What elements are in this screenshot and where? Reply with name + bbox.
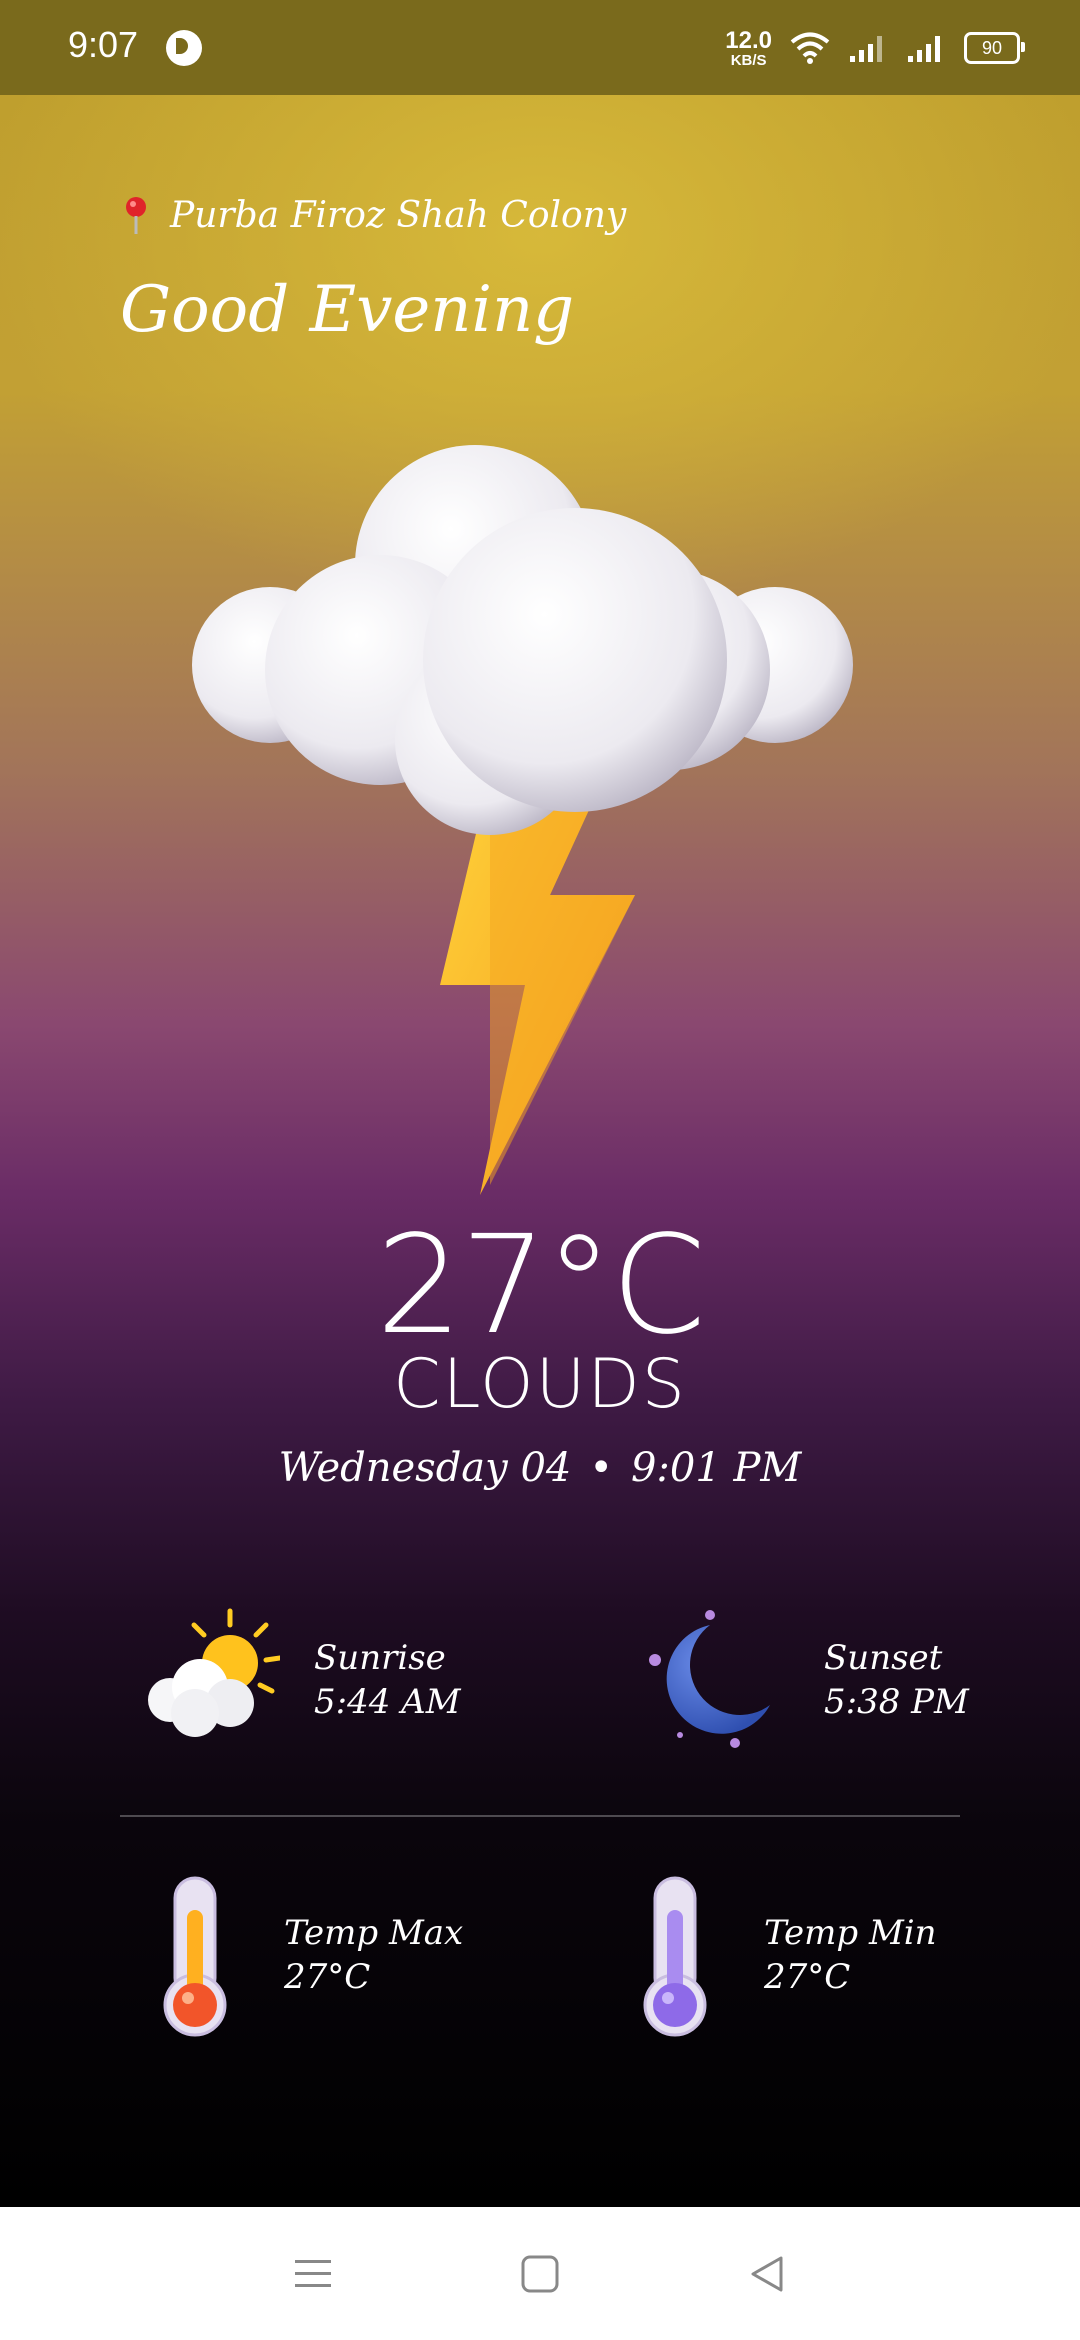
back-triangle-icon <box>751 2256 783 2291</box>
weather-main: Purba Firoz Shah Colony Good Evening 27°… <box>0 95 1080 2207</box>
temp-max-label: Temp Max <box>284 1913 464 1953</box>
location-row[interactable]: Purba Firoz Shah Colony <box>122 195 626 236</box>
date-day: Wednesday 04 <box>278 1445 572 1491</box>
date-time-value: 9:01 PM <box>630 1445 802 1491</box>
date-separator: • <box>589 1445 613 1491</box>
status-time: 9:07 <box>68 24 139 65</box>
sunset-text: Sunset 5:38 PM <box>824 1636 969 1724</box>
date-time: Wednesday 04 • 9:01 PM <box>0 1445 1080 1491</box>
sunrise-info: Sunrise 5:44 AM <box>130 1605 461 1755</box>
network-speed-unit: KB/S <box>730 51 767 69</box>
home-square-icon <box>521 2255 559 2292</box>
status-bar: 9:07 12.0 KB/S 90 <box>0 0 1080 95</box>
temp-min-label: Temp Min <box>764 1913 937 1953</box>
sunset-info: Sunset 5:38 PM <box>640 1605 969 1755</box>
temp-min-info: Temp Min 27°C <box>620 1870 937 2040</box>
wifi-icon <box>790 32 830 64</box>
thermometer-cold-icon <box>643 1876 707 2037</box>
sunrise-label: Sunrise <box>314 1638 446 1678</box>
sun-cloud-icon <box>148 1608 280 1737</box>
signal-icon-1 <box>850 36 882 62</box>
network-speed: 12.0 KB/S <box>725 26 772 69</box>
temp-min-text: Temp Min 27°C <box>764 1911 937 1999</box>
temp-max-value: 27°C <box>284 1957 371 1997</box>
menu-icon <box>295 2259 332 2287</box>
status-indicators: 12.0 KB/S 90 <box>725 24 1025 72</box>
back-button[interactable] <box>737 2244 797 2304</box>
network-speed-value: 12.0 <box>725 26 772 54</box>
thunder-cloud-icon <box>192 445 853 1195</box>
sunset-time: 5:38 PM <box>824 1682 969 1722</box>
moon-icon <box>649 1610 770 1748</box>
temp-max-text: Temp Max 27°C <box>284 1911 463 1999</box>
greeting: Good Evening <box>120 273 575 347</box>
navigation-bar <box>0 2207 1080 2340</box>
temp-min-value: 27°C <box>764 1957 851 1997</box>
temp-max-info: Temp Max 27°C <box>140 1870 463 2040</box>
battery-icon: 90 <box>964 32 1025 64</box>
home-button[interactable] <box>510 2244 570 2304</box>
sunset-label: Sunset <box>824 1638 943 1678</box>
sunrise-time: 5:44 AM <box>314 1682 461 1722</box>
divider <box>120 1815 960 1817</box>
weather-condition: CLOUDS <box>393 1345 687 1424</box>
location-name: Purba Firoz Shah Colony <box>170 195 627 236</box>
signal-icon-2 <box>908 36 940 62</box>
app-notification-icon <box>166 30 202 66</box>
location-pin-icon <box>126 196 146 234</box>
thermometer-hot-icon <box>163 1876 227 2037</box>
current-temperature: 27°C <box>375 1207 706 1365</box>
battery-level: 90 <box>981 37 1003 58</box>
sunrise-text: Sunrise 5:44 AM <box>314 1636 461 1724</box>
menu-button[interactable] <box>283 2244 343 2304</box>
